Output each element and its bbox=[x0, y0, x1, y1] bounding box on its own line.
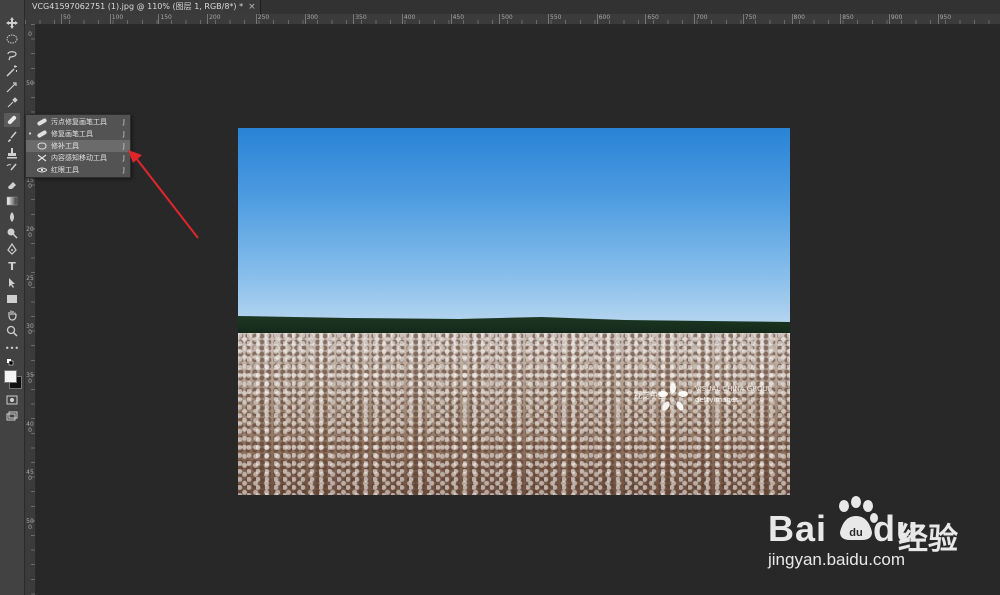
document-tab-bar: VCG41597062751 (1).jpg @ 110% (图层 1, RGB… bbox=[0, 0, 1000, 14]
ruler-tick-label: 0 bbox=[28, 31, 32, 38]
more-tools-icon[interactable]: ••• bbox=[4, 341, 20, 355]
move-icon[interactable] bbox=[4, 16, 20, 30]
canvas-image[interactable]: 视觉中国 VISUAL CHINA GROUP gettyimages bbox=[238, 128, 790, 495]
type-icon[interactable]: T bbox=[4, 259, 20, 273]
history-brush-icon[interactable] bbox=[4, 162, 20, 176]
active-tool-bullet: • bbox=[28, 130, 33, 138]
ruler-tick-label: 150 bbox=[158, 14, 172, 24]
ruler-tick-label: 700 bbox=[694, 14, 708, 24]
screen-mode-icon[interactable] bbox=[4, 409, 20, 423]
foreground-color-swatch[interactable] bbox=[4, 370, 17, 383]
ruler-tick-label: 300 bbox=[304, 14, 318, 24]
baidu-jingyan-watermark: Bai du du 经验 jingyan.baidu.com bbox=[768, 496, 988, 588]
document-tab[interactable]: VCG41597062751 (1).jpg @ 110% (图层 1, RGB… bbox=[24, 0, 261, 14]
brush-icon[interactable] bbox=[4, 130, 20, 144]
marquee-icon[interactable] bbox=[4, 32, 20, 46]
red-eye-icon bbox=[36, 166, 48, 174]
ruler-tick-label: 50 bbox=[26, 79, 34, 87]
flyout-item-red-eye[interactable]: 红眼工具 J bbox=[26, 164, 130, 176]
ruler-minor-ticks bbox=[31, 24, 35, 595]
ruler-tick-label: 350 bbox=[26, 371, 34, 385]
ruler-tick-label: 900 bbox=[888, 14, 903, 24]
ruler-tick-label: 500 bbox=[26, 518, 34, 531]
ruler-tick-label: 200 bbox=[207, 14, 221, 24]
ruler-tick-label: 650 bbox=[645, 14, 659, 24]
ruler-tick-label: 150 bbox=[26, 177, 34, 191]
ruler-tick-label: 250 bbox=[26, 274, 34, 288]
vertical-ruler[interactable]: 050100150200250300350400450500 bbox=[25, 24, 36, 595]
magic-wand-icon[interactable] bbox=[4, 64, 20, 78]
horizontal-ruler[interactable]: 50 100 150 200 250 300 350 400 450 500 550 600 650 70… bbox=[25, 14, 1000, 25]
shortcut-key: J bbox=[122, 130, 125, 138]
flyout-item-patch[interactable]: 修补工具 J bbox=[26, 140, 130, 152]
photo-watermark-line1: VISUAL CHINA GROUP bbox=[695, 385, 772, 393]
visual-china-logo-icon bbox=[658, 383, 688, 411]
tools-panel: T ••• bbox=[0, 0, 25, 595]
document-tab-title: VCG41597062751 (1).jpg @ 110% (图层 1, RGB… bbox=[32, 2, 244, 11]
blur-icon[interactable] bbox=[4, 210, 20, 224]
path-selection-icon[interactable] bbox=[4, 276, 20, 290]
quick-mask-icon[interactable] bbox=[4, 393, 20, 407]
ruler-tick-label: 400 bbox=[401, 14, 416, 24]
ruler-tick-label: 950 bbox=[937, 14, 952, 24]
photo-watermark-line2: gettyimages bbox=[695, 396, 739, 404]
ruler-tick-label: 100 bbox=[109, 14, 124, 24]
ruler-tick-label: 200 bbox=[26, 225, 34, 239]
zoom-icon[interactable] bbox=[4, 324, 20, 338]
photo-sky bbox=[238, 128, 790, 322]
ruler-tick-label: 500 bbox=[499, 14, 513, 24]
flyout-item-content-aware-move[interactable]: 内容感知移动工具 J bbox=[26, 152, 130, 164]
shortcut-key: J bbox=[122, 166, 125, 174]
shortcut-key: J bbox=[122, 142, 125, 150]
ruler-tick-label: 400 bbox=[26, 420, 34, 434]
photo-cotton-field bbox=[238, 333, 790, 495]
spot-healing-icon bbox=[37, 118, 47, 126]
ruler-tick-label: 800 bbox=[791, 14, 805, 24]
baidu-paw-icon: du bbox=[839, 496, 878, 540]
healing-brush-icon[interactable] bbox=[4, 113, 20, 127]
ruler-tick-label: 50 bbox=[61, 14, 71, 24]
eyedropper-icon[interactable] bbox=[4, 96, 20, 110]
flyout-item-label: 修复画笔工具 bbox=[51, 130, 93, 138]
ruler-tick-label: 600 bbox=[596, 14, 611, 24]
flyout-item-label: 污点修复画笔工具 bbox=[51, 118, 107, 126]
ruler-tick-label: 450 bbox=[26, 469, 34, 483]
healing-tools-flyout: 污点修复画笔工具 J • 修复画笔工具 J 修补工具 J 内容感知移动工具 J 红眼工具 J bbox=[25, 114, 131, 178]
crop-icon[interactable] bbox=[4, 80, 20, 94]
flyout-item-label: 红眼工具 bbox=[51, 166, 79, 174]
flyout-item-label: 内容感知移动工具 bbox=[51, 154, 107, 162]
lasso-icon[interactable] bbox=[4, 48, 20, 62]
ruler-tick-label: 550 bbox=[547, 14, 562, 24]
flyout-item-healing-brush[interactable]: • 修复画笔工具 J bbox=[26, 128, 130, 140]
ruler-tick-label: 300 bbox=[26, 323, 34, 337]
ruler-tick-label: 250 bbox=[255, 14, 270, 24]
baidu-jingyan-url: jingyan.baidu.com bbox=[768, 550, 906, 569]
content-aware-move-icon bbox=[37, 154, 47, 162]
patch-icon bbox=[37, 142, 47, 150]
baidu-jingyan-cn: 经验 bbox=[898, 522, 958, 557]
baidu-wordmark-left: Bai bbox=[768, 508, 828, 549]
rectangle-icon[interactable] bbox=[4, 292, 20, 306]
healing-brush-icon bbox=[37, 130, 47, 138]
dodge-icon[interactable] bbox=[4, 226, 20, 240]
shortcut-key: J bbox=[122, 118, 125, 126]
hand-icon[interactable] bbox=[4, 308, 20, 322]
ruler-tick-label: 350 bbox=[353, 14, 367, 24]
svg-text:du: du bbox=[849, 527, 862, 539]
gradient-icon[interactable] bbox=[4, 194, 20, 208]
clone-stamp-icon[interactable] bbox=[4, 146, 20, 160]
pen-icon[interactable] bbox=[4, 242, 20, 256]
default-colors-icon[interactable] bbox=[4, 357, 20, 371]
ruler-tick-label: 850 bbox=[840, 14, 854, 24]
shortcut-key: J bbox=[122, 154, 125, 162]
flyout-item-spot-healing[interactable]: 污点修复画笔工具 J bbox=[26, 116, 130, 128]
ruler-tick-label: 750 bbox=[742, 14, 757, 24]
ruler-tick-label: 450 bbox=[450, 14, 465, 24]
flyout-item-label: 修补工具 bbox=[51, 142, 79, 150]
close-icon[interactable]: × bbox=[248, 0, 256, 14]
eraser-icon[interactable] bbox=[4, 178, 20, 192]
